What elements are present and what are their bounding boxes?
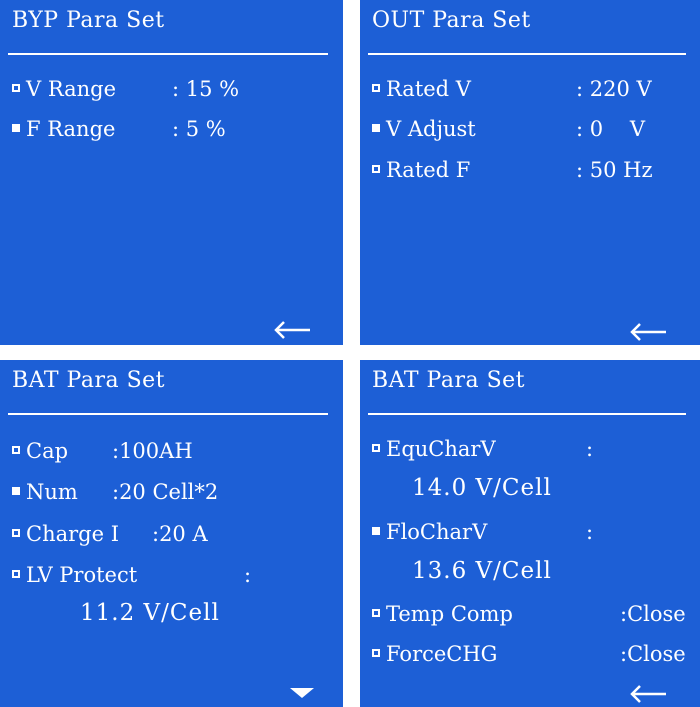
equcharv-value: 14.0 V/Cell xyxy=(412,475,552,501)
menu-item-value: :20 Cell*2 xyxy=(112,480,219,504)
panel-title: OUT Para Set xyxy=(372,8,531,33)
menu-item-value: : 50 Hz xyxy=(576,158,653,182)
menu-item-label: ForceCHG xyxy=(386,642,498,666)
menu-item-label: V Range xyxy=(26,77,117,101)
menu-item-label: Rated V xyxy=(386,77,471,101)
byp-para-set-panel: BYP Para Set V Range : 15 % F Range : 5 … xyxy=(0,0,343,345)
bat-para-set-panel-1: BAT Para Set Cap :100AH Num :20 Cell*2 C… xyxy=(0,360,343,707)
menu-item-label: LV Protect xyxy=(26,563,138,587)
panel-title: BYP Para Set xyxy=(12,8,165,33)
title-divider xyxy=(8,413,328,415)
menu-item-label: Temp Comp xyxy=(386,602,513,626)
panel-title: BAT Para Set xyxy=(372,368,526,393)
checkbox-icon xyxy=(372,649,380,657)
menu-item-label: F Range xyxy=(26,117,116,141)
menu-item-value: : xyxy=(586,437,594,461)
back-arrow-icon[interactable] xyxy=(272,320,312,340)
checkbox-selected-icon xyxy=(372,527,380,535)
title-divider xyxy=(368,413,686,415)
menu-item-label: EquCharV xyxy=(386,437,496,461)
menu-item-value: :100AH xyxy=(112,439,193,463)
flocharv-value: 13.6 V/Cell xyxy=(412,558,552,584)
menu-item-value: : 15 % xyxy=(172,77,240,101)
out-para-set-panel: OUT Para Set Rated V : 220 V V Adjust : … xyxy=(360,0,700,345)
menu-item-value: :20 A xyxy=(152,522,208,546)
back-arrow-icon[interactable] xyxy=(628,684,668,704)
checkbox-icon xyxy=(372,84,380,92)
menu-item-label: Charge I xyxy=(26,522,119,546)
menu-item-label: V Adjust xyxy=(386,117,476,141)
menu-item-value: : 220 V xyxy=(576,77,652,101)
menu-item-value: : xyxy=(586,520,594,544)
checkbox-icon xyxy=(12,446,20,454)
menu-item-value: :Close xyxy=(620,642,686,666)
checkbox-icon xyxy=(12,84,20,92)
checkbox-icon xyxy=(372,609,380,617)
checkbox-icon xyxy=(12,529,20,537)
menu-item-label: Cap xyxy=(26,439,69,463)
menu-item-value: :Close xyxy=(620,602,686,626)
checkbox-icon xyxy=(12,570,20,578)
bat-para-set-panel-2: BAT Para Set EquCharV : 14.0 V/Cell FloC… xyxy=(360,360,700,707)
checkbox-icon xyxy=(372,444,380,452)
title-divider xyxy=(8,53,328,55)
lv-protect-value: 11.2 V/Cell xyxy=(80,600,220,626)
title-divider xyxy=(368,53,686,55)
menu-item-value: : xyxy=(244,563,252,587)
checkbox-selected-icon xyxy=(12,487,20,495)
checkbox-selected-icon xyxy=(372,124,380,132)
menu-item-label: FloCharV xyxy=(386,520,488,544)
menu-item-value: : 0 V xyxy=(576,117,645,141)
back-arrow-icon[interactable] xyxy=(628,322,668,342)
panel-title: BAT Para Set xyxy=(12,368,166,393)
menu-item-value: : 5 % xyxy=(172,117,226,141)
checkbox-selected-icon xyxy=(12,124,20,132)
menu-item-label: Num xyxy=(26,480,78,504)
checkbox-icon xyxy=(372,165,380,173)
menu-item-label: Rated F xyxy=(386,158,471,182)
down-triangle-icon[interactable] xyxy=(290,688,314,698)
